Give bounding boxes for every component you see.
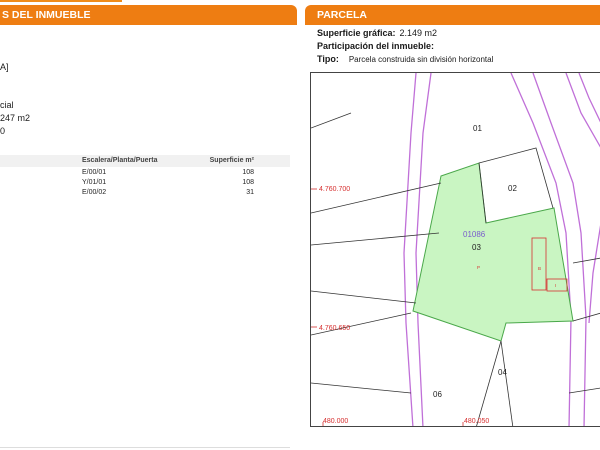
units-table-header: Escalera/Planta/Puerta Superficie m² (0, 155, 290, 167)
tipo-row: Tipo: Parcela construida sin división hor… (317, 54, 493, 64)
left-fragment-2: cial (0, 100, 14, 110)
inmueble-header: S DEL INMUEBLE (0, 5, 297, 25)
participacion-label: Participación del inmueble: (317, 41, 435, 51)
coord-label-east-1: 480.000 (323, 418, 348, 425)
row-surface: 31 (246, 189, 254, 196)
building-mark-i: I (555, 283, 556, 288)
table-row: Y/01/01 108 (0, 177, 290, 187)
table-row: E/00/02 31 (0, 187, 290, 197)
row-surface: 108 (242, 179, 254, 186)
coord-label-east-2: 480.050 (464, 418, 489, 425)
panel-bottom-divider (0, 447, 290, 448)
left-fragment-3: 247 m2 (0, 113, 31, 123)
coord-label-north-1: 4.760.700 (319, 186, 350, 193)
parcela-header-title: PARCELA (317, 9, 367, 21)
row-location: E/00/02 (82, 189, 107, 196)
parcel-label-02: 02 (508, 184, 517, 193)
building-mark-p: P (477, 265, 480, 270)
superficie-label: Superficie gráfica: (317, 28, 396, 38)
table-row: E/00/01 108 (0, 167, 290, 177)
cadastral-map[interactable]: 01 02 03 04 06 01086 4.760.700 4.760.650… (310, 72, 600, 427)
parcel-reference: 01086 (463, 230, 486, 239)
parcel-label-03: 03 (472, 243, 481, 252)
row-location: E/00/01 (82, 169, 107, 176)
header-location: Escalera/Planta/Puerta (82, 157, 158, 164)
top-accent-line (0, 0, 122, 2)
inmueble-header-title: S DEL INMUEBLE (2, 9, 91, 21)
parcel-03-area (412, 162, 574, 342)
left-fragment-4: 0 (0, 126, 6, 136)
tipo-label: Tipo: (317, 54, 339, 64)
parcel-label-04: 04 (498, 368, 507, 377)
row-surface: 108 (242, 169, 254, 176)
superficie-row: Superficie gráfica: 2.149 m2 (317, 28, 437, 38)
coord-label-north-2: 4.760.650 (319, 325, 350, 332)
tipo-value: Parcela construida sin división horizont… (348, 55, 494, 64)
parcel-label-01: 01 (473, 124, 482, 133)
participacion-row: Participación del inmueble: (317, 41, 438, 51)
parcela-header: PARCELA (305, 5, 600, 25)
left-fragment-1: A] (0, 62, 9, 72)
parcel-label-06: 06 (433, 390, 442, 399)
superficie-value: 2.149 m2 (399, 28, 438, 38)
header-surface: Superficie m² (209, 157, 254, 164)
cadastral-map-svg: 01 02 03 04 06 01086 4.760.700 4.760.650… (311, 73, 600, 426)
building-mark-b: B (538, 266, 541, 271)
row-location: Y/01/01 (82, 179, 107, 186)
